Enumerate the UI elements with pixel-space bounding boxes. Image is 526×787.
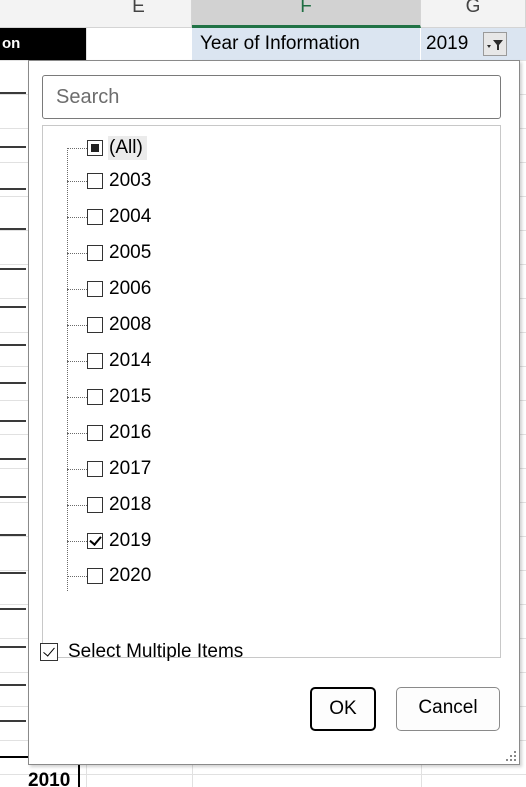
row-border [0, 306, 26, 308]
filter-item-2020[interactable]: 2020 [67, 560, 155, 592]
row-border [0, 268, 26, 270]
filter-item-2005[interactable]: 2005 [67, 237, 155, 269]
tree-connector [67, 575, 87, 577]
filter-item-label: 2003 [109, 170, 152, 191]
tree-connector [67, 252, 87, 254]
column-header-bar: E F G [0, 0, 526, 28]
filter-item-label: 2016 [109, 422, 152, 443]
tree-connector [67, 540, 87, 542]
column-header-e[interactable]: E [86, 0, 192, 28]
row-border [0, 720, 26, 722]
filter-item-label: 2020 [109, 565, 152, 586]
checkbox-icon[interactable] [87, 281, 103, 297]
filter-item-2019[interactable]: 2019 [67, 525, 155, 557]
filter-dropdown-panel: (All) 2003 2004 2005 2006 2008 [28, 60, 520, 765]
checkbox-icon[interactable] [87, 389, 103, 405]
tree-connector [67, 360, 87, 362]
select-multiple-items-label: Select Multiple Items [68, 641, 244, 662]
row-border [0, 646, 26, 648]
checkbox-icon[interactable] [87, 461, 103, 477]
tree-connector [67, 288, 87, 290]
row-border [0, 188, 26, 190]
filter-item-2018[interactable]: 2018 [67, 489, 155, 521]
search-input[interactable] [42, 75, 501, 119]
filter-item-2016[interactable]: 2016 [67, 417, 155, 449]
filter-item-all[interactable]: (All) [67, 132, 147, 164]
row-border [0, 228, 26, 230]
filter-item-label: 2018 [109, 494, 152, 515]
row-border [0, 608, 26, 610]
row-border [0, 496, 26, 498]
row-border [0, 458, 26, 460]
filter-item-list: (All) 2003 2004 2005 2006 2008 2014 2015… [42, 125, 501, 658]
checkbox-icon[interactable] [87, 425, 103, 441]
checkbox-icon[interactable] [87, 140, 103, 156]
checkbox-icon[interactable] [87, 173, 103, 189]
row-border [0, 146, 26, 148]
filter-item-2004[interactable]: 2004 [67, 201, 155, 233]
row-border [0, 534, 26, 536]
filter-item-label: 2019 [109, 530, 152, 551]
filter-item-2003[interactable]: 2003 [67, 165, 155, 197]
checkbox-icon[interactable] [40, 643, 58, 661]
select-multiple-items-checkbox[interactable]: Select Multiple Items [40, 638, 243, 666]
checkbox-icon[interactable] [87, 533, 103, 549]
checkbox-icon[interactable] [87, 317, 103, 333]
filter-dropdown-button[interactable] [483, 32, 507, 56]
filter-item-label: 2004 [109, 206, 152, 227]
tree-connector [67, 324, 87, 326]
row-border [0, 92, 26, 94]
filter-item-label: 2017 [109, 458, 152, 479]
filter-item-2008[interactable]: 2008 [67, 309, 155, 341]
filter-item-2006[interactable]: 2006 [67, 273, 155, 305]
cancel-button[interactable]: Cancel [396, 687, 500, 731]
ok-button[interactable]: OK [310, 687, 376, 731]
filter-item-2017[interactable]: 2017 [67, 453, 155, 485]
tree-connector [67, 396, 87, 398]
filter-item-label: 2005 [109, 242, 152, 263]
row-border [0, 382, 26, 384]
tree-connector [67, 504, 87, 506]
filter-item-label: 2015 [109, 386, 152, 407]
row-border [0, 684, 26, 686]
checkbox-icon[interactable] [87, 245, 103, 261]
column-header-f[interactable]: F [192, 0, 421, 28]
filter-item-2014[interactable]: 2014 [67, 345, 155, 377]
filter-item-label: (All) [108, 136, 147, 160]
checkbox-icon[interactable] [87, 353, 103, 369]
filter-item-label: 2014 [109, 350, 152, 371]
checkbox-icon[interactable] [87, 568, 103, 584]
filter-item-label: 2006 [109, 278, 152, 299]
row-border [0, 572, 26, 574]
pivot-filter-field-label[interactable]: Year of Information [192, 28, 420, 60]
checkbox-icon[interactable] [87, 497, 103, 513]
checkbox-icon[interactable] [87, 209, 103, 225]
tree-connector [67, 432, 87, 434]
tree-connector [67, 468, 87, 470]
pivot-filter-field-value[interactable]: 2019 [421, 28, 526, 60]
resize-grip-icon[interactable] [506, 751, 516, 761]
pivot-header-cell[interactable]: on [0, 28, 86, 60]
filter-item-label: 2008 [109, 314, 152, 335]
row-border [0, 344, 26, 346]
filter-dropdown-icon [487, 40, 503, 50]
tree-connector [67, 147, 87, 149]
tree-connector [67, 216, 87, 218]
column-header-g[interactable]: G [421, 0, 526, 28]
partial-year-text: 2010 [28, 770, 71, 787]
tree-connector [67, 180, 87, 182]
row-border [0, 420, 26, 422]
filter-item-2015[interactable]: 2015 [67, 381, 155, 413]
